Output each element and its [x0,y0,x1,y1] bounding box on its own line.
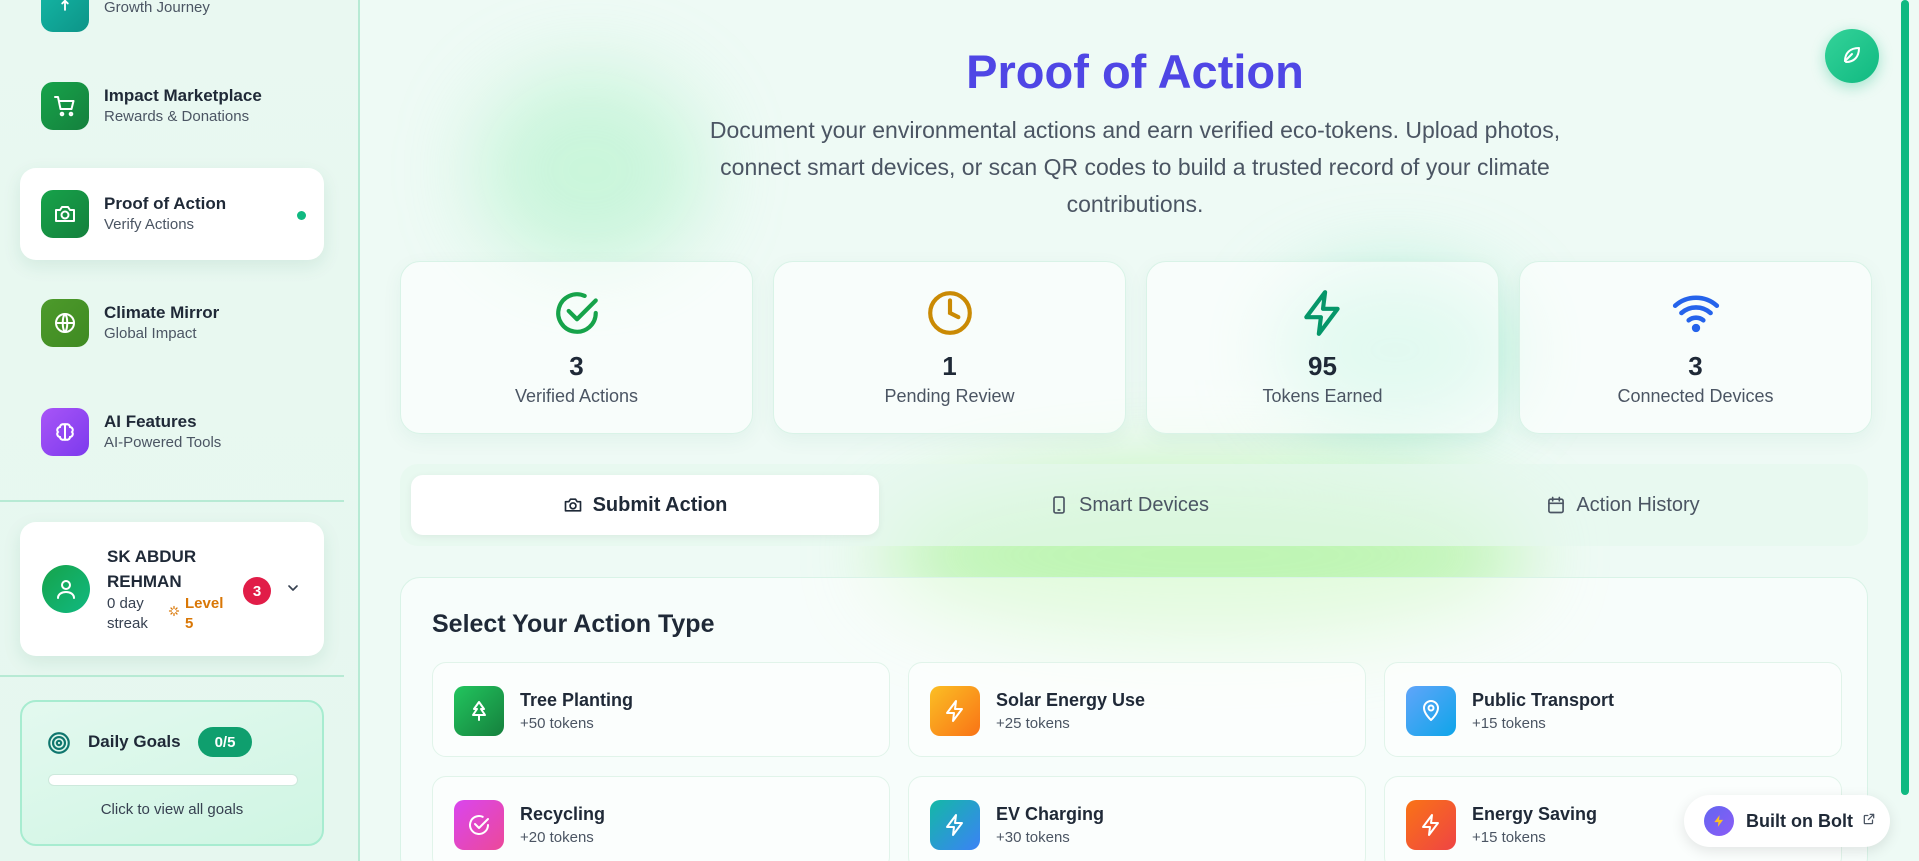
action-tabs: Submit Action Smart Devices Action Histo… [400,464,1868,546]
stat-value: 95 [1308,351,1337,381]
sidebar-item-proof-of-action[interactable]: Proof of Action Verify Actions [20,168,324,260]
wifi-icon [1520,288,1871,338]
page-title: Proof of Action [966,45,1304,98]
action-type-panel: Select Your Action Type Tree Planting +5… [400,577,1868,861]
action-tokens: +15 tokens [1472,829,1546,846]
action-tokens: +30 tokens [996,829,1070,846]
sidebar-item-label: Impact Marketplace [104,86,262,105]
sidebar-item-sublabel: Verify Actions [104,216,195,233]
bolt-label: Built on Bolt [1746,810,1853,831]
leaf-button[interactable] [1825,29,1879,83]
zap-icon [930,800,980,850]
action-name: Recycling [520,804,606,824]
action-tokens: +15 tokens [1472,715,1546,732]
sidebar-item-sublabel: Growth Journey [104,0,210,16]
stat-label: Pending Review [884,386,1015,406]
sidebar-item-climate-mirror[interactable]: Climate Mirror Global Impact [20,277,324,369]
tab-label: Smart Devices [1078,493,1210,516]
user-profile-card[interactable]: SK ABDUR REHMAN 0 day streak Level 5 3 [20,522,324,656]
camera-icon [564,498,581,512]
sidebar-item-ai-features[interactable]: AI Features AI-Powered Tools [20,386,324,478]
stat-card-pending-review: 1 Pending Review [773,261,1126,434]
scrollbar[interactable] [1901,0,1909,795]
action-tokens: +50 tokens [520,715,594,732]
user-streak: 0 day streak [107,595,148,632]
stat-value: 3 [1688,351,1703,381]
smartphone-icon [1053,496,1065,514]
stat-card-verified-actions: 3 Verified Actions [400,261,753,434]
tree-icon [454,686,504,736]
check-circle-icon [401,288,752,338]
user-name: SK ABDUR REHMAN [107,547,197,591]
sidebar-item-label: Climate Mirror [104,303,220,322]
notification-badge[interactable]: 3 [243,577,271,605]
tab-label: Action History [1576,493,1700,516]
action-card-recycling[interactable]: Recycling +20 tokens [432,776,890,861]
sidebar-divider [0,675,344,677]
brain-icon [41,408,89,456]
zap-icon [930,686,980,736]
sparkle-icon [168,604,180,622]
stat-label: Verified Actions [514,386,639,406]
main-content: Proof of Action Document your environmen… [360,0,1909,861]
sidebar-item-label: AI Features [104,412,197,431]
daily-goals-card[interactable]: Daily Goals 0/5 Click to view all goals [20,700,324,846]
cart-icon [41,82,89,130]
tab-action-history[interactable]: Action History [1389,475,1857,535]
sidebar-item-impact-marketplace[interactable]: Impact Marketplace Rewards & Donations [20,60,324,152]
sidebar: Growth Journey Impact Marketplace Reward… [0,0,360,861]
action-name: Solar Energy Use [996,690,1146,710]
daily-goals-count-badge: 0/5 [198,727,252,757]
panel-title: Select Your Action Type [432,610,715,638]
chevron-down-icon[interactable] [285,580,301,601]
zap-icon [1406,800,1456,850]
action-card-tree-planting[interactable]: Tree Planting +50 tokens [432,662,890,757]
leaf-icon [1840,42,1864,71]
active-indicator-dot [297,211,306,220]
action-name: Public Transport [1472,690,1615,710]
action-card-ev-charging[interactable]: EV Charging +30 tokens [908,776,1366,861]
sidebar-item-sublabel: Global Impact [104,325,197,342]
daily-goals-hint: Click to view all goals [100,801,244,818]
camera-icon [41,190,89,238]
target-icon [46,730,72,761]
built-on-bolt-badge[interactable]: Built on Bolt [1684,795,1890,847]
user-level: Level 5 [185,595,224,632]
action-name: EV Charging [996,804,1105,824]
trophy-icon [41,0,89,32]
daily-goals-progress-bar [48,774,298,786]
stat-value: 3 [569,351,584,381]
action-tokens: +25 tokens [996,715,1070,732]
stat-label: Connected Devices [1617,386,1774,406]
sidebar-divider [0,500,344,502]
action-name: Tree Planting [520,690,634,710]
daily-goals-title: Daily Goals [88,732,181,751]
stat-card-tokens-earned: 95 Tokens Earned [1146,261,1499,434]
external-link-icon [1862,812,1876,831]
action-tokens: +20 tokens [520,829,594,846]
sidebar-item-sublabel: Rewards & Donations [104,108,250,125]
stat-card-connected-devices: 3 Connected Devices [1519,261,1872,434]
avatar [42,565,90,613]
sidebar-item-label: Proof of Action [104,194,227,213]
zap-icon [1147,288,1498,338]
bolt-logo-icon [1704,806,1734,836]
check-circle-icon [454,800,504,850]
clock-icon [774,288,1125,338]
stat-label: Tokens Earned [1262,386,1383,406]
action-card-solar-energy-use[interactable]: Solar Energy Use +25 tokens [908,662,1366,757]
globe-icon [41,299,89,347]
tab-label: Submit Action [592,493,728,516]
sidebar-item-growth-journey[interactable]: Growth Journey [20,0,324,54]
background-blob [475,70,705,270]
page-description: Document your environmental actions and … [709,117,1561,217]
action-card-public-transport[interactable]: Public Transport +15 tokens [1384,662,1842,757]
calendar-icon [1548,496,1565,514]
stat-value: 1 [942,351,957,381]
tab-smart-devices[interactable]: Smart Devices [895,475,1363,535]
map-pin-icon [1406,686,1456,736]
sidebar-item-sublabel: AI-Powered Tools [104,434,222,451]
tab-submit-action[interactable]: Submit Action [411,475,879,535]
action-name: Energy Saving [1472,804,1598,824]
